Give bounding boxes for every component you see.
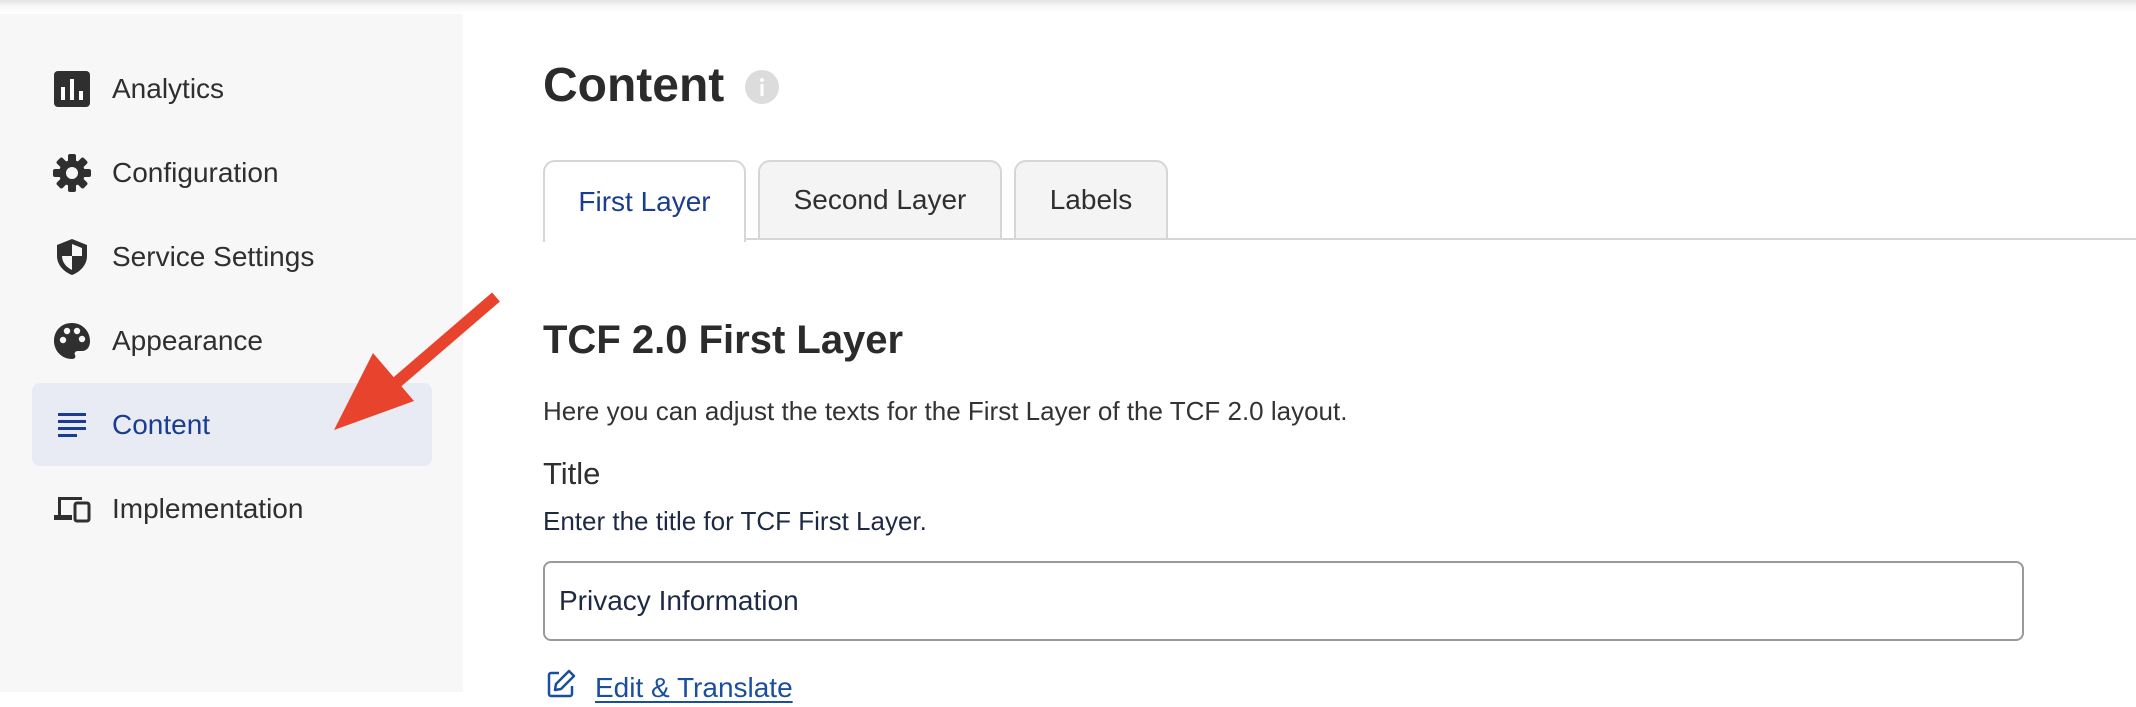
sidebar-item-label: Analytics xyxy=(112,72,225,104)
page-title: Content xyxy=(543,59,725,112)
section-title: TCF 2.0 First Layer xyxy=(543,318,904,362)
devices-icon xyxy=(52,489,92,529)
tab-bar-divider xyxy=(543,238,2136,240)
sidebar-item-implementation[interactable]: Implementation xyxy=(32,467,432,550)
bar-chart-icon xyxy=(52,69,92,109)
tab-labels[interactable]: Labels xyxy=(1014,160,1168,238)
edit-translate-link[interactable]: Edit & Translate xyxy=(545,668,793,707)
tab-first-layer[interactable]: First Layer xyxy=(543,160,746,242)
sidebar-item-label: Service Settings xyxy=(112,240,315,272)
text-lines-icon xyxy=(52,405,92,445)
tab-second-layer[interactable]: Second Layer xyxy=(758,160,1002,238)
title-field-label: Title xyxy=(543,456,601,491)
info-icon[interactable] xyxy=(745,70,779,104)
sidebar-item-label: Implementation xyxy=(112,492,304,524)
palette-icon xyxy=(52,321,92,361)
top-bar-shadow xyxy=(0,0,2136,14)
sidebar-item-label: Content xyxy=(112,408,211,440)
edit-translate-label: Edit & Translate xyxy=(595,671,793,703)
sidebar-item-label: Appearance xyxy=(112,324,264,356)
tab-label: Second Layer xyxy=(793,184,967,215)
tab-label: First Layer xyxy=(578,186,711,217)
sidebar-item-label: Configuration xyxy=(112,156,279,188)
annotation-arrow-icon xyxy=(334,292,500,430)
edit-icon xyxy=(545,668,577,707)
title-input[interactable] xyxy=(543,561,2024,641)
title-field-help: Enter the title for TCF First Layer. xyxy=(543,506,927,536)
section-description: Here you can adjust the texts for the Fi… xyxy=(543,396,1348,426)
shield-icon xyxy=(52,237,92,277)
gear-icon xyxy=(52,153,92,193)
tab-label: Labels xyxy=(1049,184,1133,215)
sidebar-item-analytics[interactable]: Analytics xyxy=(32,47,432,130)
sidebar-item-configuration[interactable]: Configuration xyxy=(32,131,432,214)
